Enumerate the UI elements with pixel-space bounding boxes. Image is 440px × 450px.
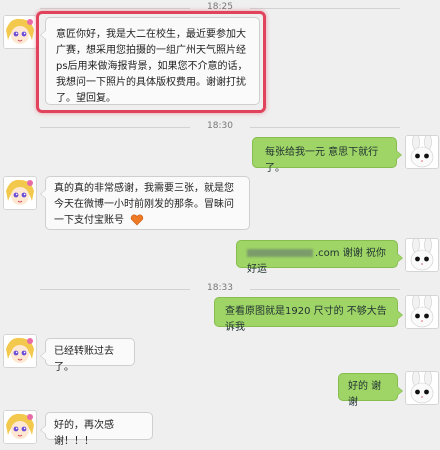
message-bubble: 真的真的非常感谢，我需要三张，就是您今天在微博一小时前刚发的那条。冒昧问一下支付… — [40, 176, 250, 230]
avatar-left[interactable] — [3, 334, 37, 368]
message-text: 每张给我一元 意思下就行了。 — [265, 147, 379, 174]
anime-girl-avatar-icon — [4, 411, 36, 443]
avatar-right[interactable] — [405, 238, 439, 272]
message-bubble: 每张给我一元 意思下就行了。 — [252, 137, 402, 174]
white-rabbit-avatar-icon — [406, 136, 438, 168]
anime-girl-avatar-icon — [4, 177, 36, 209]
timestamp: 18:33 — [0, 283, 440, 293]
avatar-left[interactable] — [3, 176, 37, 210]
timestamp: 18:30 — [0, 121, 440, 131]
message-text: 查看原图就是1920 尺寸的 不够大告诉我 — [225, 306, 387, 333]
redacted-email — [247, 249, 313, 257]
red-highlight-box — [36, 11, 266, 113]
message-text: 好的 谢谢 — [348, 381, 382, 408]
avatar-left[interactable] — [3, 15, 37, 49]
message-bubble: 好的 谢谢 — [338, 373, 403, 408]
white-rabbit-avatar-icon — [406, 239, 438, 271]
white-rabbit-avatar-icon — [406, 296, 438, 328]
white-rabbit-avatar-icon — [406, 372, 438, 404]
message-text: 已经转账过去了。 — [54, 346, 114, 373]
anime-girl-avatar-icon — [4, 335, 36, 367]
avatar-left[interactable] — [3, 410, 37, 444]
message-bubble: 已经转账过去了。 — [40, 338, 135, 373]
avatar-right[interactable] — [405, 371, 439, 405]
avatar-right[interactable] — [405, 135, 439, 169]
message-bubble: .com 谢谢 祝你好运 — [236, 240, 403, 275]
message-text: 好的，再次感谢！！！ — [54, 420, 114, 447]
avatar-right[interactable] — [405, 295, 439, 329]
anime-girl-avatar-icon — [4, 16, 36, 48]
message-bubble: 查看原图就是1920 尺寸的 不够大告诉我 — [214, 297, 403, 333]
timestamp-label: 18:30 — [199, 121, 241, 131]
message-bubble: 好的，再次感谢！！！ — [40, 412, 153, 447]
timestamp-label: 18:33 — [199, 283, 241, 293]
heart-icon — [131, 214, 144, 226]
